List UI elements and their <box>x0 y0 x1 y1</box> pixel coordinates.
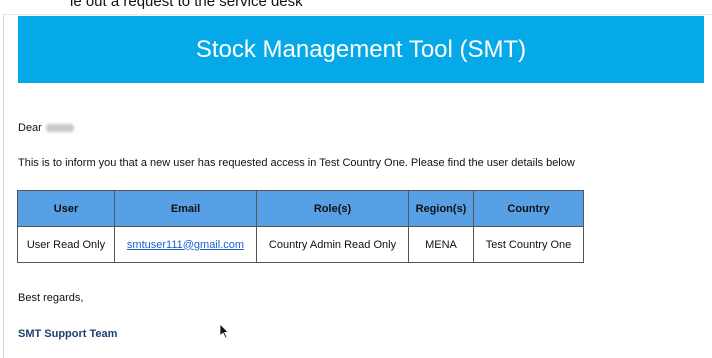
user-details-table: User Email Role(s) Region(s) Country Use… <box>17 190 584 263</box>
greeting-text: Dear <box>18 122 42 134</box>
greeting-line: Dear <box>18 122 74 134</box>
redacted-recipient-name <box>45 124 74 133</box>
email-link[interactable]: smtuser111@gmail.com <box>127 239 244 251</box>
header-email: Email <box>114 190 257 227</box>
tool-banner: Stock Management Tool (SMT) <box>18 16 704 83</box>
intro-paragraph: This is to inform you that a new user ha… <box>18 157 575 169</box>
header-user: User <box>17 190 115 227</box>
clipped-header-strip: ie out a request to the service desk <box>0 0 712 14</box>
mouse-pointer-icon <box>219 323 229 339</box>
header-country: Country <box>473 190 584 227</box>
header-roles: Role(s) <box>256 190 409 227</box>
cell-roles: Country Admin Read Only <box>256 226 409 263</box>
clipped-header-text: ie out a request to the service desk <box>70 0 303 10</box>
closing-text: Best regards, <box>18 292 84 304</box>
header-regions: Region(s) <box>408 190 474 227</box>
table-header-row: User Email Role(s) Region(s) Country <box>17 190 584 227</box>
cell-email: smtuser111@gmail.com <box>114 226 257 263</box>
cell-country: Test Country One <box>473 226 584 263</box>
cell-user: User Read Only <box>17 226 115 263</box>
cell-regions: MENA <box>408 226 474 263</box>
banner-title: Stock Management Tool (SMT) <box>195 35 527 63</box>
table-row: User Read Only smtuser111@gmail.com Coun… <box>17 226 584 263</box>
signature-text: SMT Support Team <box>18 328 118 340</box>
